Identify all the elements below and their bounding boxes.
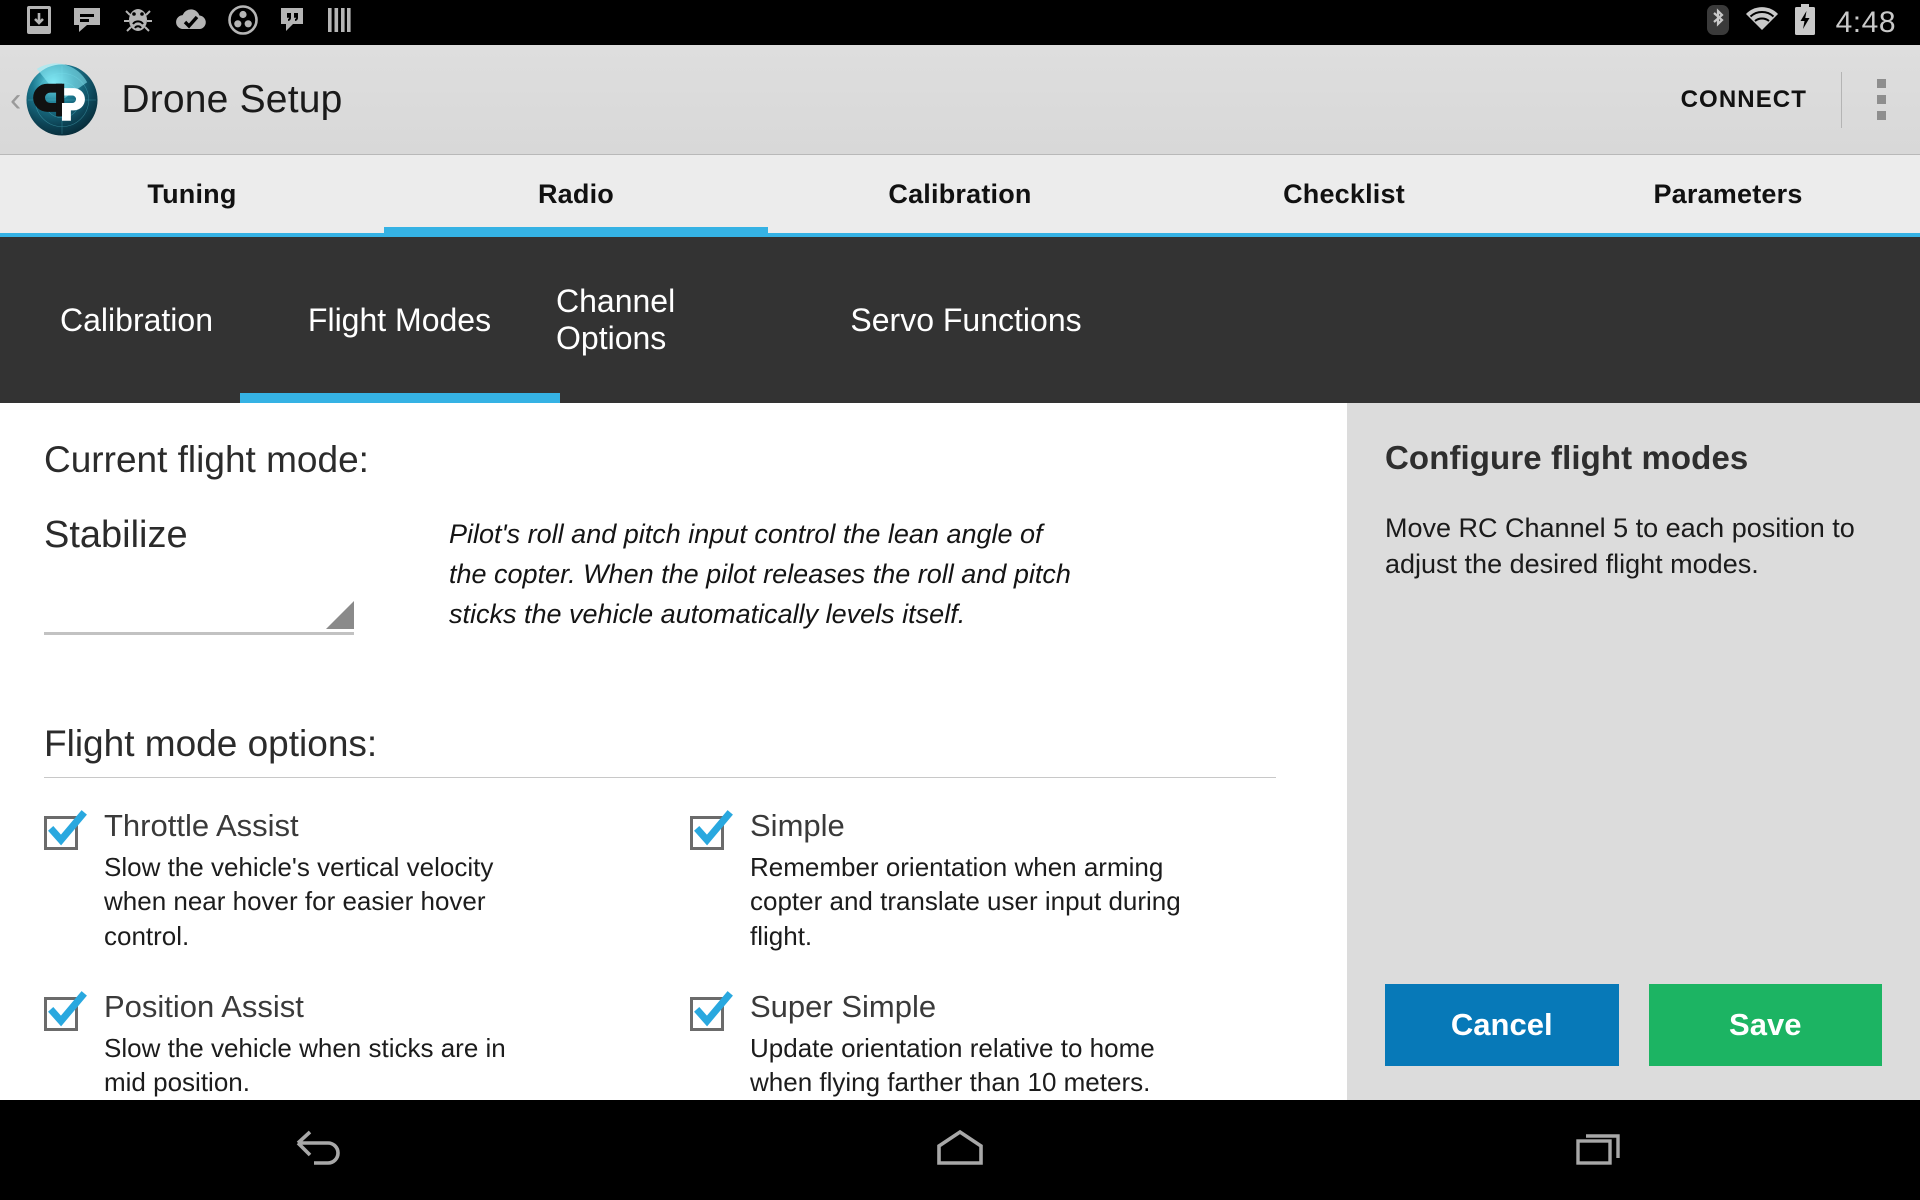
checkbox-throttle-assist[interactable]	[44, 809, 87, 850]
action-bar-actions: CONNECT	[1647, 45, 1920, 154]
circles-group-icon	[228, 5, 258, 40]
connect-button[interactable]: CONNECT	[1647, 86, 1841, 114]
overflow-dot	[1876, 79, 1886, 88]
overflow-dot	[1876, 95, 1886, 104]
option-throttle-assist[interactable]: Throttle Assist Slow the vehicle's verti…	[44, 808, 660, 953]
dropdown-triangle-icon	[326, 600, 354, 629]
configure-panel-instructions: Move RC Channel 5 to each position to ad…	[1385, 513, 1855, 579]
current-flight-mode-label: Current flight mode:	[44, 439, 369, 480]
cloud-check-icon	[174, 7, 208, 38]
page-title: Drone Setup	[121, 77, 343, 121]
subtab-calibration[interactable]: Calibration	[0, 237, 273, 403]
android-navigation-bar	[0, 1100, 1920, 1200]
subtab-flight-modes[interactable]: Flight Modes	[273, 237, 526, 403]
options-column-left: Throttle Assist Slow the vehicle's verti…	[44, 808, 660, 1136]
battery-charging-icon	[1794, 4, 1816, 41]
tab-parameters[interactable]: Parameters	[1536, 155, 1920, 233]
home-icon	[932, 1127, 988, 1174]
option-description: Slow the vehicle when sticks are in mid …	[104, 1032, 506, 1098]
tab-radio[interactable]: Radio	[384, 155, 768, 237]
flight-mode-options-title: Flight mode options:	[44, 722, 378, 764]
nav-back-button[interactable]	[0, 1100, 640, 1200]
app-logo-icon	[25, 62, 99, 137]
nav-recents-button[interactable]	[1280, 1100, 1920, 1200]
bluetooth-icon	[1706, 4, 1730, 41]
flight-mode-description: Pilot's roll and pitch input control the…	[449, 519, 1071, 629]
hangouts-icon	[278, 6, 306, 39]
primary-tab-bar: Tuning Radio Calibration Checklist Param…	[0, 155, 1920, 237]
option-position-assist[interactable]: Position Assist Slow the vehicle when st…	[44, 989, 660, 1100]
tab-tuning[interactable]: Tuning	[0, 155, 384, 233]
tab-calibration[interactable]: Calibration	[768, 155, 1152, 233]
option-name: Position Assist	[104, 989, 304, 1025]
recents-icon	[1574, 1127, 1626, 1174]
checkbox-simple[interactable]	[690, 809, 733, 850]
bars-icon	[326, 6, 352, 39]
option-description: Remember orientation when arming copter …	[750, 851, 1181, 951]
status-bar-clock: 4:48	[1835, 5, 1896, 39]
option-simple[interactable]: Simple Remember orientation when arming …	[690, 808, 1276, 953]
option-name: Simple	[750, 807, 845, 843]
download-to-device-icon	[26, 5, 52, 40]
overflow-menu-icon[interactable]	[1842, 45, 1920, 154]
option-description: Slow the vehicle's vertical velocity whe…	[104, 851, 494, 951]
subtab-servo-functions[interactable]: Servo Functions	[816, 237, 1116, 403]
status-bar: 4:48	[0, 0, 1920, 45]
messaging-icon	[72, 6, 102, 39]
wifi-icon	[1744, 6, 1780, 39]
option-super-simple[interactable]: Super Simple Update orientation relative…	[690, 989, 1276, 1100]
back-chevron-icon[interactable]: ‹	[0, 83, 25, 117]
content-area: Current flight mode: Stabilize Pilot's r…	[0, 403, 1920, 1100]
section-divider	[44, 776, 1276, 778]
overflow-dot	[1876, 111, 1886, 120]
flight-mode-spinner[interactable]: Stabilize	[44, 514, 354, 635]
bug-wifi-icon	[122, 5, 154, 40]
save-button[interactable]: Save	[1648, 984, 1882, 1066]
tab-checklist[interactable]: Checklist	[1152, 155, 1536, 233]
cancel-button[interactable]: Cancel	[1385, 984, 1619, 1066]
flight-modes-pane: Current flight mode: Stabilize Pilot's r…	[0, 403, 1347, 1100]
configure-panel-title: Configure flight modes	[1385, 439, 1749, 476]
option-text: Throttle Assist Slow the vehicle's verti…	[78, 808, 554, 953]
action-bar: ‹ Drone Setup CONNECT	[0, 45, 1920, 155]
app-root: 4:48 ‹ Drone Setup CONNECT Tuning Radio …	[0, 0, 1920, 1200]
subtab-channel-options[interactable]: Channel Options	[526, 237, 816, 403]
option-name: Super Simple	[750, 989, 937, 1025]
current-flight-mode-row: Stabilize Pilot's roll and pitch input c…	[44, 514, 1303, 635]
secondary-tab-bar: Calibration Flight Modes Channel Options…	[0, 237, 1920, 403]
configure-panel-actions: Cancel Save	[1385, 984, 1882, 1066]
option-name: Throttle Assist	[104, 807, 299, 843]
nav-home-button[interactable]	[640, 1100, 1280, 1200]
option-text: Position Assist Slow the vehicle when st…	[78, 989, 554, 1100]
flight-mode-value: Stabilize	[44, 514, 188, 556]
options-column-right: Simple Remember orientation when arming …	[660, 808, 1276, 1136]
back-icon	[292, 1127, 348, 1174]
flight-mode-options-grid: Throttle Assist Slow the vehicle's verti…	[44, 808, 1303, 1136]
status-bar-system-icons: 4:48	[1706, 4, 1920, 41]
option-text: Simple Remember orientation when arming …	[724, 808, 1220, 953]
configure-panel: Configure flight modes Move RC Channel 5…	[1347, 403, 1920, 1100]
status-bar-notification-icons	[0, 5, 352, 40]
option-text: Super Simple Update orientation relative…	[724, 989, 1220, 1100]
option-description: Update orientation relative to home when…	[750, 1032, 1155, 1098]
checkbox-position-assist[interactable]	[44, 991, 87, 1032]
checkbox-super-simple[interactable]	[690, 991, 733, 1032]
